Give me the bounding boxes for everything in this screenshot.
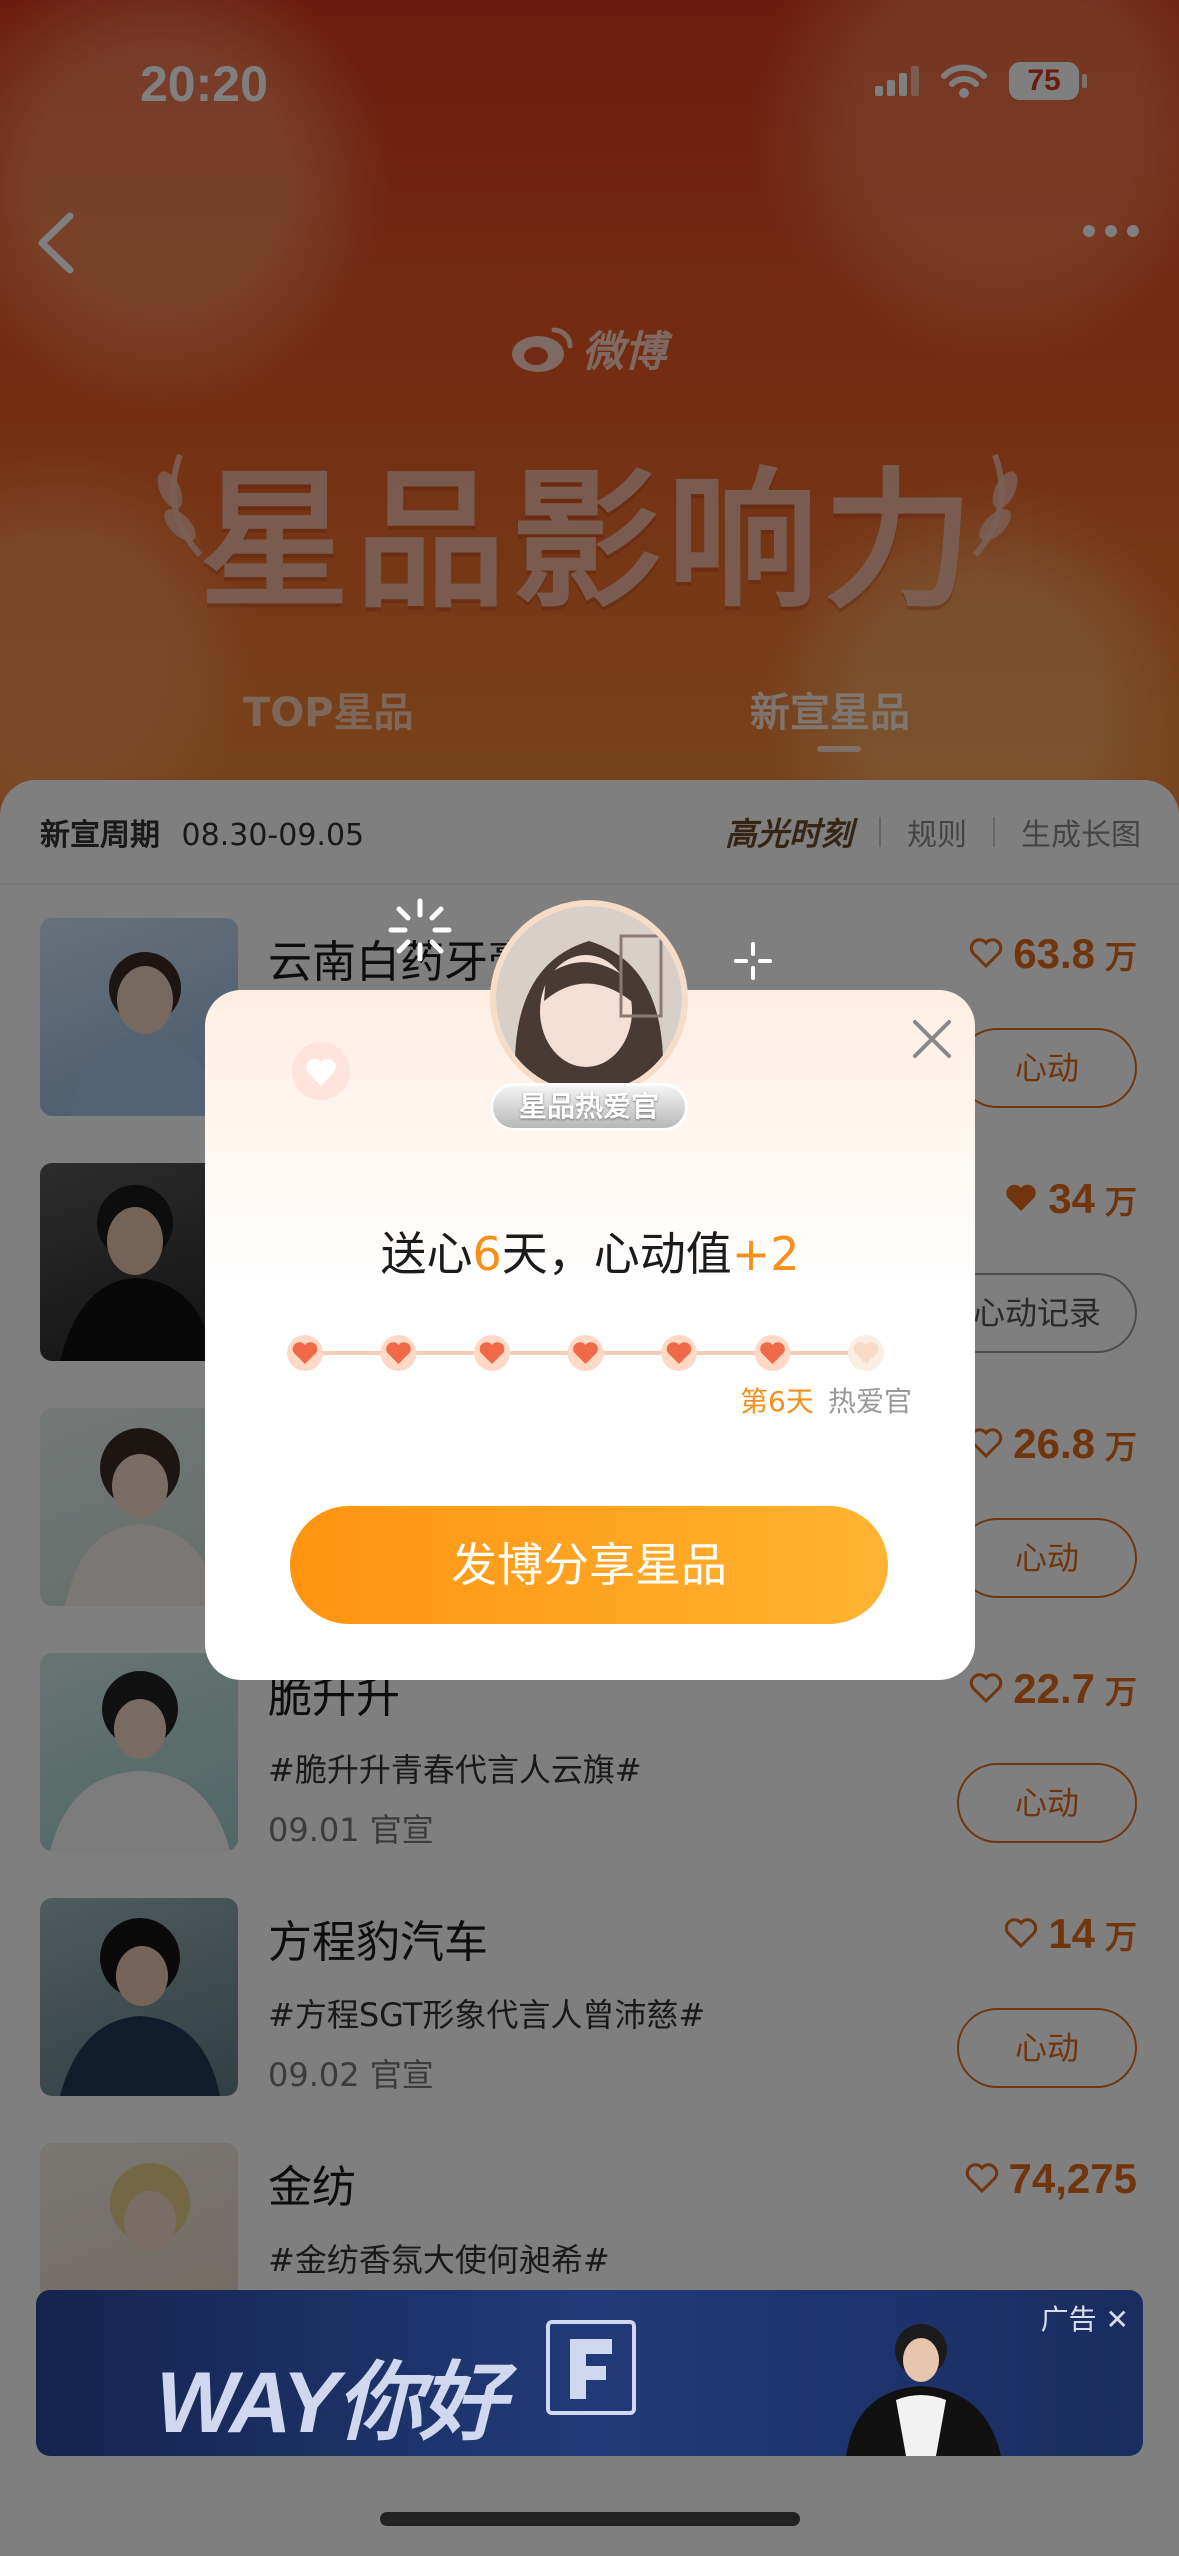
lover-badge: 星品热爱官 <box>490 1083 688 1131</box>
goal-caption: 热爱官 <box>828 1385 913 1418</box>
current-day-caption: 第6天 <box>740 1385 814 1418</box>
title-prefix: 送心 <box>380 1227 473 1281</box>
day-heart-filled-icon <box>567 1335 604 1371</box>
day-heart-filled-icon <box>380 1335 417 1371</box>
day-heart-filled-icon <box>287 1335 323 1371</box>
days-count: 6 <box>472 1227 502 1281</box>
title-mid: 天，心动值 <box>501 1227 732 1281</box>
ad-slogan: WAY你好 <box>156 2355 506 2451</box>
sparkle-icon <box>734 942 772 980</box>
day-heart-filled-icon <box>661 1335 697 1371</box>
ad-label[interactable]: 广告 ✕ <box>1041 2298 1129 2338</box>
ad-model-image <box>846 2324 1001 2456</box>
home-indicator <box>380 2512 800 2526</box>
bonus-value: +2 <box>731 1227 800 1281</box>
day-heart-filled-icon <box>474 1335 510 1371</box>
popup-title: 送心6天，心动值+2 <box>205 1218 975 1284</box>
heart-bubble-icon <box>292 1042 350 1100</box>
sparkle-icon <box>388 898 452 962</box>
ad-brand-logo <box>546 2320 636 2415</box>
ad-banner[interactable]: WAY你好 广告 ✕ <box>36 2290 1143 2456</box>
ad-label-text: 广告 <box>1040 2303 1097 2336</box>
day-heart-filled-icon <box>754 1335 791 1371</box>
day-heart-empty-icon <box>848 1335 884 1371</box>
avatar <box>490 900 688 1098</box>
ad-close-icon[interactable]: ✕ <box>1106 2303 1129 2336</box>
close-icon[interactable] <box>909 1016 955 1062</box>
share-post-button[interactable]: 发博分享星品 <box>290 1506 888 1624</box>
day-progress-track <box>287 1335 884 1371</box>
